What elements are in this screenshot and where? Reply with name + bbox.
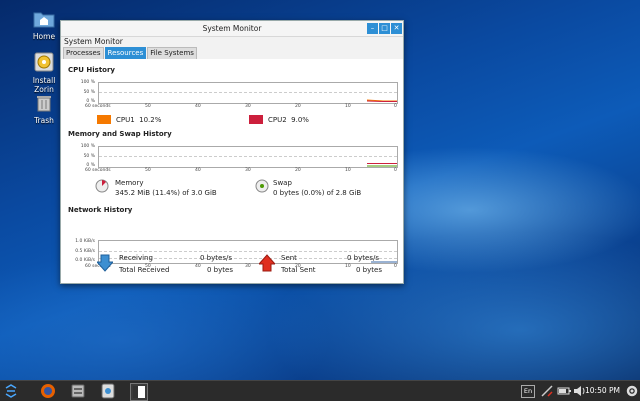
cpu2-label: CPU2 <box>268 116 287 124</box>
swap-value: 0 bytes (0.0%) of 2.8 GiB <box>273 189 362 197</box>
network-y-tick: 1.0 KiB/s <box>75 239 95 244</box>
cpu2-color-swatch[interactable] <box>249 115 263 124</box>
close-button[interactable]: ✕ <box>391 23 402 34</box>
cpu-x-tick: 40 <box>195 104 201 109</box>
swap-pie-icon[interactable] <box>255 179 269 193</box>
receiving-label: Receiving <box>119 254 153 262</box>
desktop-icon-trash[interactable]: Trash <box>26 94 62 125</box>
resources-panel: CPU History 100 % 50 % 0 % 60 seconds 50… <box>61 59 403 283</box>
memory-series-lines <box>367 163 397 167</box>
cpu2-line <box>366 100 397 102</box>
cpu-series-lines <box>366 99 397 102</box>
cpu-x-tick: 50 <box>145 104 151 109</box>
cpu-y-tick: 100 % <box>80 80 95 85</box>
desktop-icon-install-zorin[interactable]: Install Zorin <box>26 52 62 94</box>
network-x-tick: 30 <box>245 264 251 269</box>
memory-history-graph <box>98 146 398 168</box>
memory-x-tick: 20 <box>295 168 301 173</box>
cpu-x-tick: 0 <box>394 104 397 109</box>
cpu-x-tick: 30 <box>245 104 251 109</box>
receiving-value: 0 bytes/s <box>200 254 232 262</box>
network-status-icon[interactable] <box>539 383 555 399</box>
file-manager-icon[interactable] <box>70 383 86 399</box>
cpu2-legend: CPU2 9.0% <box>268 116 309 124</box>
network-x-tick: 10 <box>345 264 351 269</box>
minimize-button[interactable]: – <box>367 23 378 34</box>
app-name-label: System Monitor <box>64 37 123 46</box>
cpu-x-tick: 10 <box>345 104 351 109</box>
memory-y-tick: 100 % <box>80 144 95 149</box>
memory-x-tick: 0 <box>394 168 397 173</box>
window-title: System Monitor <box>202 24 262 33</box>
cpu-history-heading: CPU History <box>68 66 115 74</box>
total-sent-value: 0 bytes <box>356 266 382 274</box>
cpu2-value: 9.0% <box>291 116 309 124</box>
cpu-x-tick: 20 <box>295 104 301 109</box>
cpu-y-tick: 50 % <box>83 90 95 95</box>
tab-bar: Processes Resources File Systems <box>63 47 198 60</box>
network-x-tick: 40 <box>195 264 201 269</box>
zorin-menu-icon[interactable] <box>3 383 19 399</box>
total-received-label: Total Received <box>119 266 170 274</box>
network-history-heading: Network History <box>68 206 133 214</box>
sent-arrow-icon[interactable] <box>259 254 275 272</box>
clock[interactable]: 10:50 PM <box>585 386 620 395</box>
sent-label: Sent <box>281 254 297 262</box>
taskbar: En 10:50 PM <box>0 380 640 401</box>
total-sent-label: Total Sent <box>281 266 316 274</box>
memory-label: Memory <box>115 179 144 187</box>
network-x-tick: 0 <box>394 264 397 269</box>
memory-x-tick: 30 <box>245 168 251 173</box>
memory-pie-icon[interactable] <box>95 179 109 193</box>
settings-gear-icon[interactable] <box>624 383 640 399</box>
cpu-history-graph <box>98 82 398 104</box>
memory-value: 345.2 MiB (11.4%) of 3.0 GiB <box>115 189 217 197</box>
cpu1-color-swatch[interactable] <box>97 115 111 124</box>
keyboard-layout-indicator[interactable]: En <box>521 385 535 398</box>
receiving-arrow-icon[interactable] <box>97 254 113 272</box>
memory-history-heading: Memory and Swap History <box>68 130 172 138</box>
total-received-value: 0 bytes <box>207 266 233 274</box>
network-y-tick: 0.5 KiB/s <box>75 249 95 254</box>
home-folder-icon <box>33 12 55 28</box>
installer-icon <box>34 52 54 72</box>
memory-x-tick: 50 <box>145 168 151 173</box>
firefox-icon[interactable] <box>40 383 56 399</box>
memory-x-tick: 40 <box>195 168 201 173</box>
cpu1-value: 10.2% <box>139 116 162 124</box>
battery-icon[interactable] <box>556 383 572 399</box>
sent-value: 0 bytes/s <box>347 254 379 262</box>
desktop-icon-label: Trash <box>34 116 54 125</box>
desktop-icon-label: Install Zorin <box>32 76 56 94</box>
system-monitor-task-icon[interactable] <box>130 383 148 401</box>
software-icon[interactable] <box>100 383 116 399</box>
memory-x-tick: 60 seconds <box>85 168 111 173</box>
maximize-button[interactable]: □ <box>379 23 390 34</box>
swap-label: Swap <box>273 179 292 187</box>
window-titlebar[interactable]: System Monitor – □ ✕ <box>61 21 403 37</box>
desktop-icon-home[interactable]: Home <box>26 10 62 41</box>
cpu1-legend: CPU1 10.2% <box>116 116 161 124</box>
memory-y-tick: 50 % <box>83 154 95 159</box>
network-y-tick: 0.0 KiB/s <box>75 258 95 263</box>
cpu-x-tick: 60 seconds <box>85 104 111 109</box>
cpu1-label: CPU1 <box>116 116 135 124</box>
memory-x-tick: 10 <box>345 168 351 173</box>
system-monitor-window: System Monitor – □ ✕ System Monitor Proc… <box>60 20 404 284</box>
trash-icon <box>37 96 51 112</box>
desktop-icon-label: Home <box>32 32 56 41</box>
